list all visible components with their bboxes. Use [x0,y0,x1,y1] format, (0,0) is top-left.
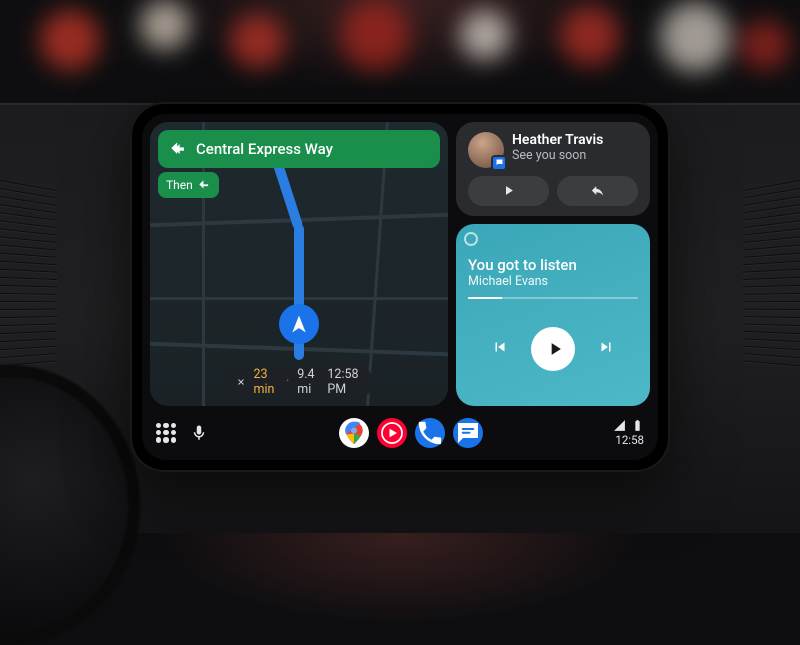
maps-app-button[interactable] [339,418,369,448]
reply-button[interactable] [557,176,638,206]
youtube-music-app-button[interactable] [377,418,407,448]
sender-name: Heather Travis [512,132,603,148]
play-pause-button[interactable] [531,327,575,371]
play-icon [545,339,565,359]
media-source-icon [464,232,478,246]
messages-app-badge-icon [491,155,507,171]
trip-distance: 9.4 mi [297,367,319,397]
current-location-marker [279,304,319,344]
skip-previous-icon [491,338,509,356]
media-artist: Michael Evans [468,274,638,289]
turn-left-icon [168,139,188,159]
phone-app-button[interactable] [415,418,445,448]
infotainment-device: Central Express Way Then 23 min · 9.4 mi… [130,102,670,472]
media-card: You got to listen Michael Evans [456,224,650,406]
cell-signal-icon [613,419,626,432]
battery-icon [631,419,644,432]
play-message-button[interactable] [468,176,549,206]
close-trip-icon[interactable] [237,375,246,389]
direction-street: Central Express Way [196,140,333,158]
then-label: Then [166,178,193,192]
messages-app-button[interactable] [453,418,483,448]
reply-icon [590,183,605,198]
status-clock: 12:58 [615,433,644,447]
trip-arrival: 12:58 PM [327,367,361,397]
media-progress[interactable] [468,297,638,299]
previous-track-button[interactable] [491,338,509,360]
microphone-button[interactable] [190,424,208,442]
message-preview: See you soon [512,148,603,163]
media-title: You got to listen [468,256,638,274]
next-direction-pill[interactable]: Then [158,172,219,198]
next-track-button[interactable] [597,338,615,360]
play-icon [501,183,516,198]
sender-avatar [468,132,504,168]
turn-left-icon [197,178,211,192]
message-card: Heather Travis See you soon [456,122,650,216]
system-bar: 12:58 [150,414,650,452]
trip-duration: 23 min [254,367,278,397]
skip-next-icon [597,338,615,356]
direction-banner[interactable]: Central Express Way [158,130,440,168]
trip-info-bar: 23 min · 9.4 mi 12:58 PM [225,366,374,398]
navigation-card[interactable]: Central Express Way Then 23 min · 9.4 mi… [150,122,448,406]
screen: Central Express Way Then 23 min · 9.4 mi… [142,114,658,460]
app-launcher-button[interactable] [156,423,176,443]
